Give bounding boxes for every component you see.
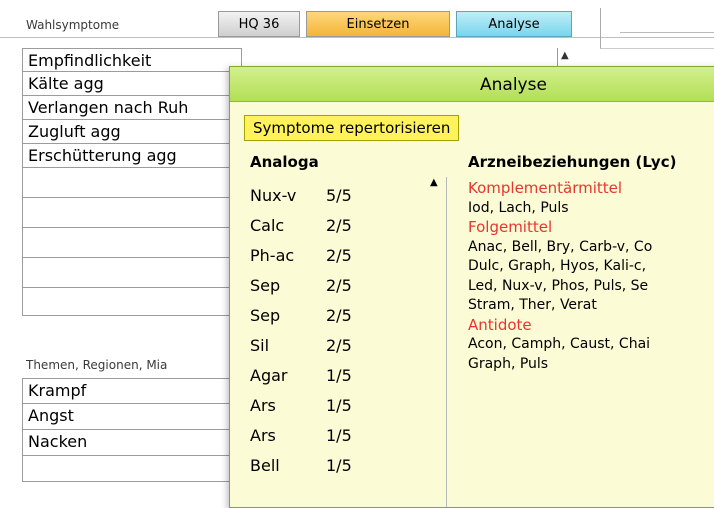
symptom-row[interactable]: Kälte agg: [22, 72, 242, 96]
themes-label: Themen, Regionen, Mia: [26, 358, 168, 372]
analoga-row[interactable]: Sep 2/5: [250, 301, 410, 331]
relations-content: Komplementärmittel Iod, Lach, Puls Folge…: [468, 179, 714, 374]
symptom-row[interactable]: [22, 168, 242, 198]
symptom-row[interactable]: Erschütterung agg: [22, 144, 242, 168]
remedy-name: Sep: [250, 306, 281, 325]
tab-einsetzen[interactable]: Einsetzen: [306, 11, 450, 37]
remedy-score: 2/5: [326, 246, 352, 265]
analoga-row[interactable]: Sep 2/5: [250, 271, 410, 301]
analoga-row[interactable]: Sil 2/5: [250, 331, 410, 361]
symptom-row[interactable]: [22, 258, 242, 288]
remedy-score: 2/5: [326, 306, 352, 325]
analyse-popup: Analyse Symptome repertorisieren Analoga…: [229, 66, 714, 508]
relations-header: Arzneibeziehungen (Lyc): [468, 153, 677, 171]
folge-line: Stram, Ther, Verat: [468, 297, 597, 313]
remedy-score: 2/5: [326, 336, 352, 355]
remedy-name: Ph-ac: [250, 246, 295, 265]
remedy-name: Nux-v: [250, 186, 297, 205]
symptom-row[interactable]: [22, 288, 242, 316]
theme-row[interactable]: Nacken: [22, 430, 242, 456]
antidote-heading: Antidote: [468, 315, 532, 334]
folge-line: Led, Nux-v, Phos, Puls, Se: [468, 277, 649, 294]
remedy-name: Calc: [250, 216, 285, 235]
remedy-score: 1/5: [326, 456, 352, 475]
analoga-header: Analoga: [250, 153, 319, 171]
column-divider: [446, 177, 447, 507]
analoga-list: Nux-v 5/5 Calc 2/5 Ph-ac 2/5 Sep 2/5 Sep 2/5 …: [250, 181, 410, 481]
theme-row[interactable]: Krampf: [22, 378, 242, 404]
analoga-row[interactable]: Agar 1/5: [250, 361, 410, 391]
remedy-score: 2/5: [326, 216, 352, 235]
remedy-name: Sep: [250, 276, 281, 295]
analoga-row[interactable]: Nux-v 5/5: [250, 181, 410, 211]
analoga-row[interactable]: Calc 2/5: [250, 211, 410, 241]
folge-line: Anac, Bell, Bry, Carb-v, Co: [468, 238, 653, 255]
antidote-line: Acon, Camph, Caust, Chai: [468, 336, 651, 352]
antidote-line: Graph, Puls: [468, 355, 549, 372]
remedy-score: 5/5: [326, 186, 352, 205]
komplementaer-line: Iod, Lach, Puls: [468, 199, 569, 216]
scroll-up-icon[interactable]: ▲: [561, 50, 569, 61]
remedy-name: Bell: [250, 456, 280, 475]
remedy-score: 1/5: [326, 396, 352, 415]
remedy-score: 1/5: [326, 366, 352, 385]
analoga-row[interactable]: Ars 1/5: [250, 391, 410, 421]
popup-title: Analyse: [480, 75, 547, 95]
popup-header: Analyse: [230, 67, 714, 102]
themes-list: Krampf Angst Nacken: [22, 378, 242, 482]
symptom-row[interactable]: Verlangen nach Ruh: [22, 96, 242, 120]
symptom-row[interactable]: [22, 198, 242, 228]
symptom-row[interactable]: Empfindlichkeit: [22, 48, 242, 72]
scroll-up-icon[interactable]: ▲: [430, 177, 438, 188]
tab-analyse[interactable]: Analyse: [456, 11, 572, 37]
remedy-name: Ars: [250, 426, 276, 445]
remedy-score: 2/5: [326, 276, 352, 295]
remedy-score: 1/5: [326, 426, 352, 445]
folge-line: Dulc, Graph, Hyos, Kali-c,: [468, 258, 647, 274]
analoga-row[interactable]: Ars 1/5: [250, 421, 410, 451]
folge-heading: Folgemittel: [468, 218, 553, 236]
symptom-row[interactable]: Zugluft agg: [22, 120, 242, 144]
analoga-scrollbar[interactable]: ▲: [428, 177, 442, 507]
theme-row[interactable]: Angst: [22, 404, 242, 430]
komplementaer-heading: Komplementärmittel: [468, 179, 623, 197]
symptom-row[interactable]: [22, 228, 242, 258]
remedy-name: Sil: [250, 336, 270, 355]
analoga-row[interactable]: Bell 1/5: [250, 451, 410, 481]
remedy-name: Ars: [250, 396, 276, 415]
analoga-row[interactable]: Ph-ac 2/5: [250, 241, 410, 271]
tab-hq36[interactable]: HQ 36: [218, 11, 300, 37]
wahlsymptome-label: Wahlsymptome: [26, 18, 120, 32]
repertorize-button[interactable]: Symptome repertorisieren: [244, 115, 460, 141]
symptom-list: Empfindlichkeit Kälte agg Verlangen nach…: [22, 48, 242, 316]
top-right-field[interactable]: [620, 8, 714, 33]
remedy-name: Agar: [250, 366, 288, 385]
theme-row[interactable]: [22, 456, 242, 482]
